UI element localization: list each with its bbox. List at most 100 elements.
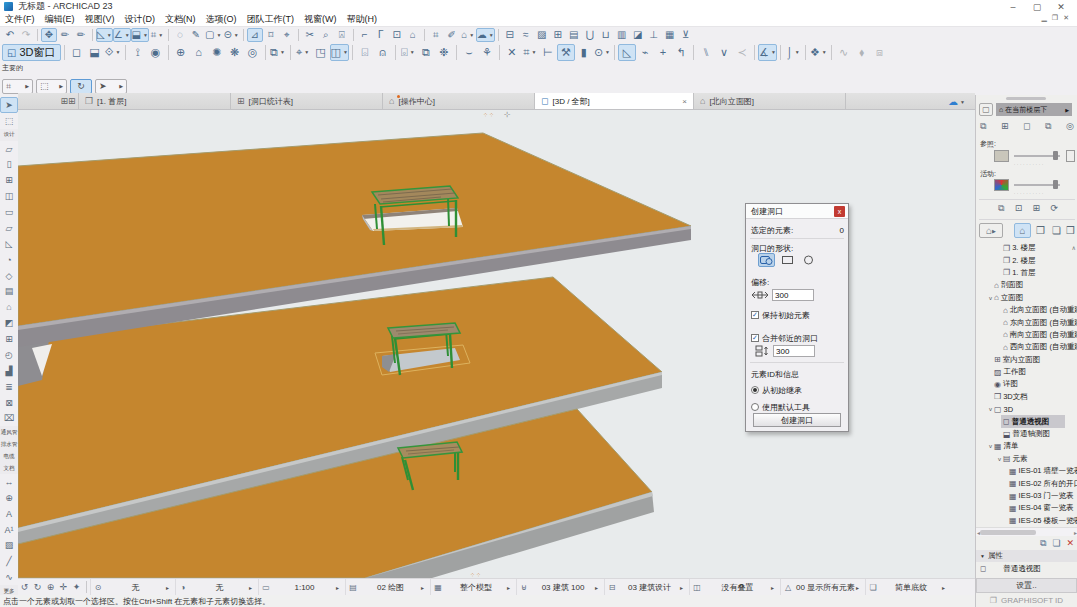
grid3-icon[interactable]: ⌗▼: [521, 44, 539, 61]
mirror-icon[interactable]: ⌑: [263, 28, 279, 42]
waves-icon[interactable]: ≈: [518, 28, 534, 42]
tree-item[interactable]: ❐1. 首层: [976, 267, 1077, 279]
teamwork-sync-button[interactable]: ☁▼: [948, 96, 965, 107]
marquee-tool-icon[interactable]: ⬚: [0, 113, 18, 129]
merge-distance-input[interactable]: [773, 345, 815, 357]
active-swatch[interactable]: [994, 179, 1009, 191]
mdi-window-controls[interactable]: ▁❐✕: [1041, 14, 1069, 22]
layer-combo[interactable]: ⊎03 建筑 100▸: [516, 579, 604, 596]
grid-element-tool-icon[interactable]: ⊞: [0, 331, 18, 347]
gem-icon[interactable]: ⬧: [853, 44, 871, 61]
shell-tool-icon[interactable]: ◔: [0, 252, 18, 268]
tree-item[interactable]: ⌂东向立面图 (自动重建): [976, 316, 1077, 328]
railing-tool-icon[interactable]: ≣: [0, 379, 18, 395]
zoom-in-icon[interactable]: ⊕: [44, 582, 57, 592]
fill-tool-icon[interactable]: ▨: [0, 538, 18, 554]
overlay-combo[interactable]: ◫没有叠置▸: [689, 579, 780, 596]
tree-item[interactable]: v▢3D: [976, 403, 1077, 415]
tree-item[interactable]: ◉详图: [976, 378, 1077, 390]
tree-item[interactable]: v⌂立面图: [976, 292, 1077, 304]
redo-view-icon[interactable]: ↻: [31, 582, 44, 592]
undo-view-icon[interactable]: ↺: [18, 582, 31, 592]
tab-action-center[interactable]: ⌂[操作中心]: [383, 93, 535, 109]
view-map-icon[interactable]: ❐: [1033, 223, 1048, 238]
check-icon[interactable]: ⊻: [678, 28, 694, 42]
dup-icon[interactable]: ⧉: [1045, 121, 1051, 132]
frame-icon[interactable]: ▢▼: [204, 28, 222, 42]
window-tool-icon[interactable]: ⊞: [0, 172, 18, 188]
tree-item[interactable]: ⊞室内立面图: [976, 354, 1077, 366]
3d-window-button[interactable]: ◱3D窗口: [2, 44, 61, 61]
settings-button-bottom[interactable]: 设置..: [976, 578, 1077, 593]
copy2-icon[interactable]: ⊡: [1015, 203, 1023, 214]
close-button[interactable]: ✕: [1049, 2, 1073, 12]
toolbox-group-通风管[interactable]: 通风管: [0, 426, 18, 438]
curtain-wall-tool-icon[interactable]: ▤: [0, 284, 18, 300]
mdi-minimize-button[interactable]: ▁: [1041, 14, 1046, 22]
tree-scroll-up[interactable]: ∧: [1072, 244, 1076, 251]
intersect-icon[interactable]: Γ: [373, 28, 389, 42]
angle-sel-icon[interactable]: ∡▼: [758, 44, 777, 61]
door-tool-icon[interactable]: ▯: [0, 157, 18, 173]
arrow-tool-icon[interactable]: ➤: [0, 97, 18, 113]
pen-set-combo[interactable]: ▤02 绘图▸: [345, 579, 430, 596]
shape-circle-button[interactable]: [800, 253, 817, 267]
shape-polygon-button[interactable]: [758, 253, 775, 267]
menu-选项[interactable]: 选项(O): [201, 13, 242, 26]
union-icon[interactable]: ⋃: [582, 28, 598, 42]
menu-编辑[interactable]: 编辑(E): [40, 13, 80, 26]
navigator-mode-button[interactable]: ⌂▶: [979, 223, 1003, 238]
rows-icon[interactable]: ▤: [566, 28, 582, 42]
keep-elements-checkbox[interactable]: ✓: [751, 311, 759, 319]
pipe-icon[interactable]: ⌣: [460, 44, 478, 61]
renderer-combo[interactable]: ⊙无▸: [90, 579, 175, 596]
inject-parameters-icon[interactable]: ✏: [57, 28, 73, 42]
menu-视图[interactable]: 视图(V): [80, 13, 120, 26]
menu-视窗[interactable]: 视窗(W): [299, 13, 342, 26]
equipment-tool-icon[interactable]: ⌧: [0, 411, 18, 427]
wave2-icon[interactable]: ∿: [835, 44, 853, 61]
brush-icon[interactable]: ⊔: [598, 28, 614, 42]
redo-icon[interactable]: ↷: [18, 28, 34, 42]
offset-input[interactable]: [772, 289, 814, 301]
roof-tool-icon[interactable]: ◺: [0, 236, 18, 252]
search-icon[interactable]: ⌕: [318, 28, 334, 42]
tab-north-elevation[interactable]: ⌂[北向立面图]: [694, 93, 846, 109]
tree-item[interactable]: ❒3D文档: [976, 391, 1077, 403]
scale-combo[interactable]: ▭1:100▸: [258, 579, 345, 596]
plus-icon[interactable]: +: [654, 44, 672, 61]
toolbox-group-文档[interactable]: 文档: [0, 462, 18, 474]
new-item-icon[interactable]: ❏: [1052, 538, 1060, 548]
move-mode-button[interactable]: ⌗▶: [2, 79, 33, 94]
rotate-icon[interactable]: ⊿: [247, 28, 263, 42]
wave-icon[interactable]: ⌁: [636, 44, 654, 61]
tree-item[interactable]: ❐2. 楼层: [976, 254, 1077, 266]
split-icon[interactable]: ✂: [302, 28, 318, 42]
menu-帮助[interactable]: 帮助(H): [342, 13, 383, 26]
marquee-mode-button[interactable]: ⬚▶: [36, 79, 67, 94]
table-icon[interactable]: ▦: [662, 28, 678, 42]
tree-item[interactable]: ▨工作图: [976, 366, 1077, 378]
object-tool-icon[interactable]: ◴: [0, 347, 18, 363]
tbar-icon[interactable]: ⊢: [539, 44, 557, 61]
adjust-icon[interactable]: ⍓: [334, 28, 350, 42]
home2-icon[interactable]: ⌂: [190, 44, 208, 61]
tab-3d-all[interactable]: ◻[3D / 全部]×: [535, 93, 694, 109]
undo-icon[interactable]: ↶: [2, 28, 18, 42]
filter3d-icon[interactable]: ⌺: [356, 44, 374, 61]
eye-icon[interactable]: ◎: [244, 44, 262, 61]
line-tool-icon[interactable]: ╱: [0, 553, 18, 569]
target2-icon[interactable]: ⊞: [1033, 203, 1041, 214]
zoom-icon[interactable]: ⊕: [172, 44, 190, 61]
toolbox-group-设计[interactable]: 设计: [0, 129, 18, 141]
select-mode-button[interactable]: ➤▶: [95, 79, 127, 94]
beam2-icon[interactable]: ⊥: [646, 28, 662, 42]
columns-icon[interactable]: ▥: [614, 28, 630, 42]
hook-icon[interactable]: ⌡▼: [784, 44, 802, 61]
hammer-icon[interactable]: ⚒: [557, 44, 575, 61]
close-x-icon[interactable]: ✕: [503, 44, 521, 61]
smile-icon[interactable]: ◎: [1066, 121, 1074, 132]
orbit-mode-button[interactable]: ↻: [70, 79, 92, 94]
reference-swatch[interactable]: [994, 150, 1009, 162]
pick-up-parameters-icon[interactable]: ✥: [41, 28, 57, 42]
